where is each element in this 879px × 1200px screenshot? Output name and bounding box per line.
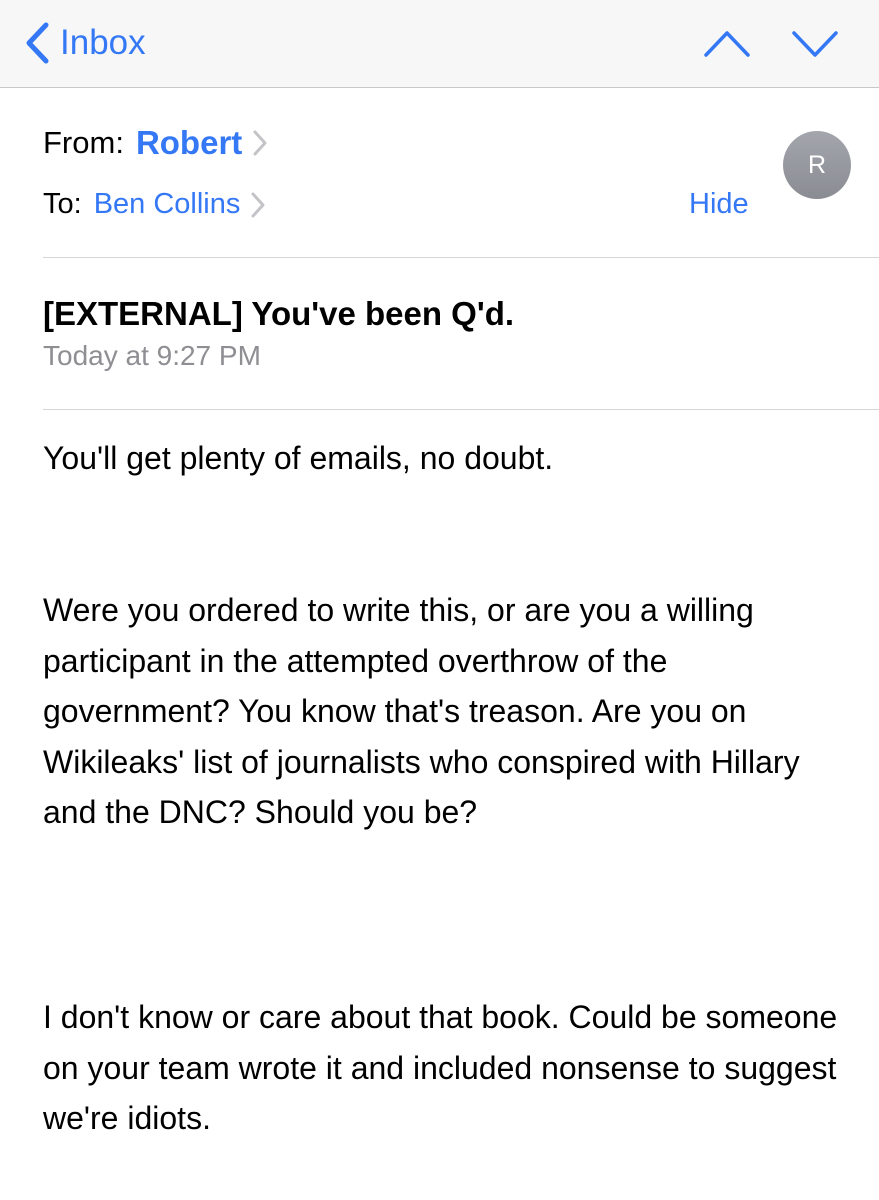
- message-timestamp: Today at 9:27 PM: [43, 340, 261, 371]
- back-label: Inbox: [60, 23, 146, 62]
- next-message-button[interactable]: [790, 22, 840, 66]
- subject-block: [EXTERNAL] You've been Q'd. Today at 9:2…: [43, 292, 843, 376]
- chevron-up-icon: [704, 31, 750, 57]
- message-paragraph: I don't know or care about that book. Co…: [43, 999, 838, 1136]
- hide-details-link[interactable]: Hide: [689, 188, 749, 221]
- chevron-left-icon: [26, 22, 49, 64]
- previous-message-button[interactable]: [702, 22, 752, 66]
- message-paragraph: You'll get plenty of emails, no doubt.: [43, 440, 554, 476]
- avatar[interactable]: R: [783, 131, 851, 199]
- to-label: To:: [43, 188, 82, 220]
- chevron-right-icon[interactable]: [250, 191, 266, 219]
- message-subject: [EXTERNAL] You've been Q'd.: [43, 295, 515, 332]
- from-row: From: Robert: [43, 124, 268, 162]
- header-divider: [43, 257, 879, 258]
- message-header: From: Robert To: Ben Collins Hide R: [0, 88, 879, 258]
- chevron-right-icon[interactable]: [252, 129, 268, 157]
- message-paragraph: Were you ordered to write this, or are y…: [43, 592, 800, 830]
- navigation-bar: Inbox: [0, 0, 879, 88]
- back-to-inbox-button[interactable]: Inbox: [22, 18, 146, 68]
- recipient-name[interactable]: Ben Collins: [94, 188, 241, 221]
- sender-name[interactable]: Robert: [136, 124, 242, 162]
- chevron-down-icon: [792, 31, 838, 57]
- subject-divider: [43, 409, 879, 410]
- avatar-initial: R: [807, 150, 827, 179]
- from-label: From:: [43, 125, 124, 160]
- to-row: To: Ben Collins: [43, 188, 266, 221]
